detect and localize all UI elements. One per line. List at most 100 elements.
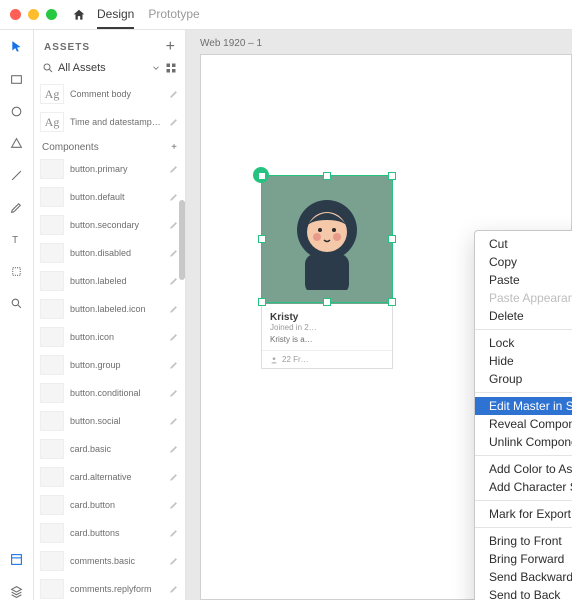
asset-component[interactable]: button.social	[34, 407, 185, 435]
ellipse-tool-icon[interactable]	[8, 102, 26, 120]
resize-handle[interactable]	[258, 298, 266, 306]
grid-view-icon[interactable]	[165, 62, 177, 74]
tab-prototype[interactable]: Prototype	[148, 1, 199, 29]
asset-text-style[interactable]: AgTime and datestamp mu…	[34, 108, 185, 136]
canvas[interactable]: Web 1920 – 1 Kristy Joined i	[186, 30, 572, 600]
zoom-tool-icon[interactable]	[8, 294, 26, 312]
edit-icon[interactable]	[169, 444, 179, 454]
scrollbar[interactable]	[179, 200, 185, 280]
layers-panel-icon[interactable]	[8, 582, 26, 600]
component-thumb	[40, 523, 64, 543]
context-menu-item[interactable]: Group⌘G	[475, 370, 572, 388]
menu-item-label: Hide	[489, 354, 514, 368]
context-menu-item[interactable]: Delete⌫	[475, 307, 572, 325]
user-icon	[270, 356, 278, 364]
edit-icon[interactable]	[169, 416, 179, 426]
component-label: card.basic	[70, 444, 163, 454]
asset-filter-row[interactable]: All Assets	[34, 60, 185, 80]
context-menu-item[interactable]: Unlink Component⇧⌘G	[475, 433, 572, 451]
polygon-tool-icon[interactable]	[8, 134, 26, 152]
edit-icon[interactable]	[169, 528, 179, 538]
edit-icon[interactable]	[169, 248, 179, 258]
context-menu-item[interactable]: Reveal Component in Assets	[475, 415, 572, 433]
resize-handle[interactable]	[388, 298, 396, 306]
edit-icon[interactable]	[169, 360, 179, 370]
resize-handle[interactable]	[388, 235, 396, 243]
component-label: comments.replyform	[70, 584, 163, 594]
asset-component[interactable]: comments.replyform	[34, 575, 185, 600]
home-icon[interactable]	[71, 7, 87, 23]
select-tool-icon[interactable]	[8, 38, 26, 56]
edit-icon[interactable]	[169, 89, 179, 99]
context-menu-item[interactable]: Edit Master in Source Document⇧⌘K	[475, 397, 572, 415]
menu-item-label: Lock	[489, 336, 514, 350]
context-menu-item[interactable]: Copy⌘C	[475, 253, 572, 271]
tab-design[interactable]: Design	[97, 1, 134, 29]
edit-icon[interactable]	[169, 332, 179, 342]
asset-component[interactable]: button.icon	[34, 323, 185, 351]
edit-icon[interactable]	[169, 556, 179, 566]
resize-handle[interactable]	[258, 235, 266, 243]
edit-icon[interactable]	[169, 584, 179, 594]
context-menu-item[interactable]: Mark for Export^⌘E	[475, 505, 572, 523]
asset-list[interactable]: AgComment body AgTime and datestamp mu… …	[34, 80, 185, 600]
artboard-label[interactable]: Web 1920 – 1	[200, 38, 262, 49]
edit-icon[interactable]	[169, 388, 179, 398]
context-menu-item[interactable]: Add Character Style to Assets⇧⌘T	[475, 478, 572, 496]
edit-icon[interactable]	[169, 164, 179, 174]
menu-item-label: Mark for Export	[489, 507, 571, 521]
zoom-window[interactable]	[46, 9, 57, 20]
context-menu-item[interactable]: Add Color to Assets⇧⌘C	[475, 460, 572, 478]
asset-component[interactable]: button.primary	[34, 155, 185, 183]
context-menu-item[interactable]: Send to Back⇧⌘Å	[475, 586, 572, 600]
context-menu-item[interactable]: Bring Forward⌘@	[475, 550, 572, 568]
edit-icon[interactable]	[169, 472, 179, 482]
component-label: card.alternative	[70, 472, 163, 482]
edit-icon[interactable]	[169, 304, 179, 314]
component-label: button.conditional	[70, 388, 163, 398]
rectangle-tool-icon[interactable]	[8, 70, 26, 88]
asset-component[interactable]: button.default	[34, 183, 185, 211]
menu-item-label: Add Character Style to Assets	[489, 480, 572, 494]
asset-component[interactable]: comments.basic	[34, 547, 185, 575]
edit-icon[interactable]	[169, 220, 179, 230]
asset-component[interactable]: card.button	[34, 491, 185, 519]
asset-component[interactable]: button.disabled	[34, 239, 185, 267]
asset-component[interactable]: button.conditional	[34, 379, 185, 407]
assets-panel-icon[interactable]	[8, 550, 26, 568]
context-menu-item[interactable]: Paste⌘V	[475, 271, 572, 289]
component-thumb	[40, 215, 64, 235]
resize-handle[interactable]	[388, 172, 396, 180]
artboard-tool-icon[interactable]	[8, 262, 26, 280]
asset-component[interactable]: card.alternative	[34, 463, 185, 491]
asset-component[interactable]: button.secondary	[34, 211, 185, 239]
asset-text-style[interactable]: AgComment body	[34, 80, 185, 108]
asset-component[interactable]: card.basic	[34, 435, 185, 463]
line-tool-icon[interactable]	[8, 166, 26, 184]
resize-handle[interactable]	[323, 172, 331, 180]
component-thumb	[40, 327, 64, 347]
edit-icon[interactable]	[169, 192, 179, 202]
asset-component[interactable]: button.group	[34, 351, 185, 379]
resize-handle[interactable]	[323, 298, 331, 306]
context-menu-item[interactable]: Send Backward⌘Å	[475, 568, 572, 586]
add-component-icon[interactable]: +	[171, 142, 177, 153]
text-tool-icon[interactable]: T	[8, 230, 26, 248]
context-menu-item[interactable]: Lock⌘L	[475, 334, 572, 352]
resize-handle[interactable]	[258, 172, 266, 180]
asset-component[interactable]: card.buttons	[34, 519, 185, 547]
pen-tool-icon[interactable]	[8, 198, 26, 216]
asset-component[interactable]: button.labeled.icon	[34, 295, 185, 323]
context-menu-item[interactable]: Bring to Front⇧⌘@	[475, 532, 572, 550]
context-menu-item[interactable]: Hide⌘Ø	[475, 352, 572, 370]
edit-icon[interactable]	[169, 117, 179, 127]
close-window[interactable]	[10, 9, 21, 20]
edit-icon[interactable]	[169, 500, 179, 510]
menu-item-label: Copy	[489, 255, 517, 269]
add-asset-button[interactable]: +	[166, 38, 175, 56]
minimize-window[interactable]	[28, 9, 39, 20]
component-label: button.social	[70, 416, 163, 426]
asset-component[interactable]: button.labeled	[34, 267, 185, 295]
context-menu-item[interactable]: Cut⌘X	[475, 235, 572, 253]
edit-icon[interactable]	[169, 276, 179, 286]
